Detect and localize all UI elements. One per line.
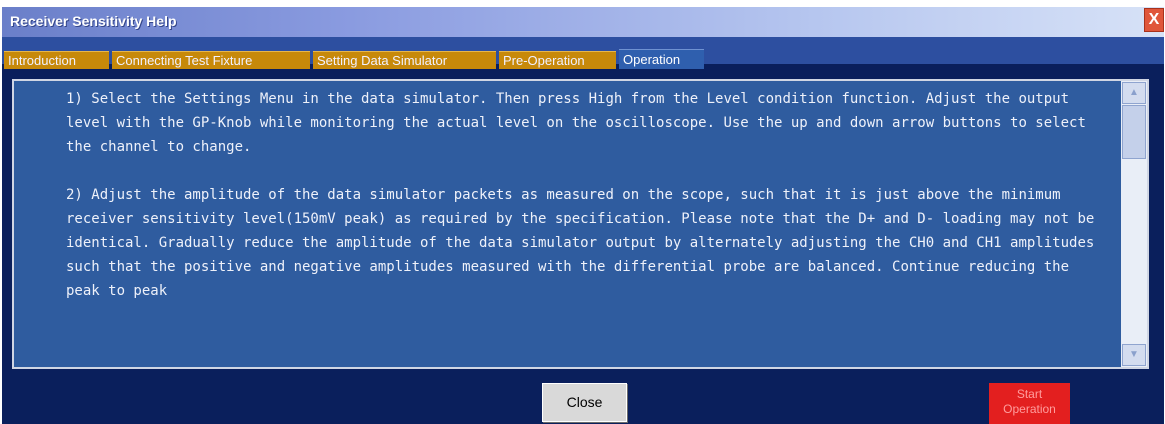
scroll-up-button[interactable]: ▲ xyxy=(1122,82,1146,104)
tab-introduction[interactable]: Introduction xyxy=(4,51,109,69)
paragraph-2: 2) Adjust the amplitude of the data simu… xyxy=(66,187,1103,299)
scroll-down-button[interactable]: ▼ xyxy=(1122,344,1146,366)
paragraph-1: 1) Select the Settings Menu in the data … xyxy=(66,91,1095,155)
tab-operation[interactable]: Operation xyxy=(619,49,704,69)
window-title: Receiver Sensitivity Help xyxy=(10,13,177,29)
start-operation-button[interactable]: Start Operation xyxy=(989,383,1070,424)
help-window: Receiver Sensitivity Help X Introduction… xyxy=(2,7,1164,424)
start-label-line2: Operation xyxy=(1003,402,1056,416)
vertical-scrollbar[interactable]: ▲ ▼ xyxy=(1121,81,1147,367)
button-bar: Close Start Operation xyxy=(2,374,1164,424)
help-text-pane: 1) Select the Settings Menu in the data … xyxy=(12,79,1149,369)
close-window-button[interactable]: X xyxy=(1144,8,1164,32)
help-text: 1) Select the Settings Menu in the data … xyxy=(66,87,1106,303)
title-bar: Receiver Sensitivity Help X xyxy=(2,7,1164,37)
tab-setting-data-simulator[interactable]: Setting Data Simulator xyxy=(313,51,496,69)
close-button[interactable]: Close xyxy=(542,383,627,422)
scroll-thumb[interactable] xyxy=(1122,105,1146,159)
tab-pre-operation[interactable]: Pre-Operation xyxy=(499,51,616,69)
tab-connecting-test-fixture[interactable]: Connecting Test Fixture xyxy=(112,51,310,69)
start-label-line1: Start xyxy=(1016,387,1043,401)
tab-strip: Introduction Connecting Test Fixture Set… xyxy=(2,37,1164,69)
